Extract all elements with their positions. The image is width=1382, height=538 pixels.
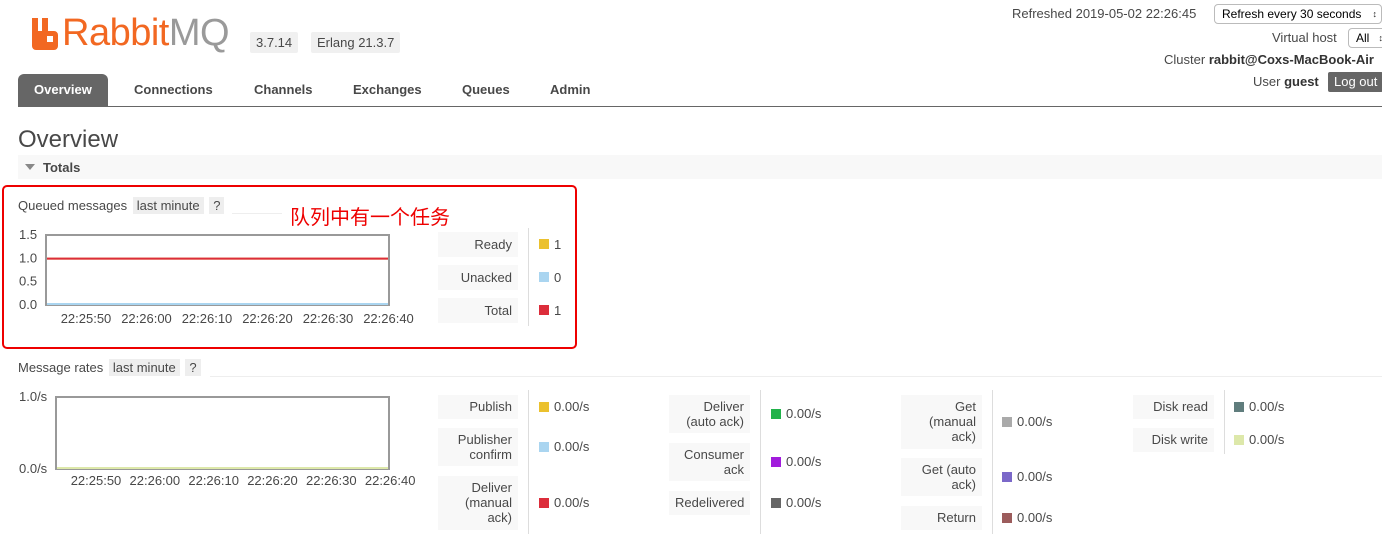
- tab-channels[interactable]: Channels: [238, 74, 329, 106]
- legend-separator: [760, 390, 761, 534]
- virtual-host-select[interactable]: All ↕: [1348, 28, 1382, 48]
- x-tick-label: 22:26:00: [130, 473, 181, 488]
- legend-swatch-return: [1002, 513, 1012, 523]
- legend-swatch-deliver-manual-ack: [539, 498, 549, 508]
- refresh-interval-select[interactable]: Refresh every 30 seconds ↕: [1214, 4, 1382, 24]
- legend-value-deliver-manual-ack: 0.00/s: [554, 495, 590, 510]
- legend-value-disk-write: 0.00/s: [1249, 432, 1285, 447]
- rabbit-logo-icon: [32, 18, 58, 50]
- tab-connections[interactable]: Connections: [118, 74, 229, 106]
- legend-swatch-disk-read: [1234, 402, 1244, 412]
- page-title: Overview: [18, 126, 119, 153]
- x-tick-label: 22:26:40: [365, 473, 416, 488]
- legend-label-publish: Publish: [438, 395, 518, 419]
- legend-separator: [992, 390, 993, 534]
- legend-swatch-publisher-confirm: [539, 442, 549, 452]
- erlang-version: Erlang 21.3.7: [311, 32, 401, 53]
- legend-label-get-manual-ack: Get (manual ack): [901, 395, 982, 449]
- legend-value-get-manual-ack: 0.00/s: [1017, 414, 1053, 429]
- legend-value-disk-read: 0.00/s: [1249, 399, 1285, 414]
- legend-value-publisher-confirm: 0.00/s: [554, 439, 590, 454]
- legend-swatch-get-auto-ack: [1002, 472, 1012, 482]
- refreshed-timestamp: Refreshed 2019-05-02 22:26:45: [1012, 6, 1197, 21]
- legend-label-publisher-confirm: Publisher confirm: [438, 428, 518, 466]
- select-arrows-icon: ↕: [1372, 9, 1378, 19]
- legend-label-disk-read: Disk read: [1133, 395, 1214, 419]
- legend-swatch-disk-write: [1234, 435, 1244, 445]
- legend-separator: [528, 390, 529, 534]
- rates-range-button[interactable]: last minute: [108, 359, 180, 376]
- legend-label-deliver-auto-ack: Deliver (auto ack): [669, 395, 750, 433]
- legend-swatch-get-manual-ack: [1002, 417, 1012, 427]
- legend-label-consumer-ack: Consumer ack: [669, 443, 750, 481]
- main-nav: Overview Connections Channels Exchanges …: [18, 74, 1382, 107]
- legend-label-redelivered: Redelivered: [669, 491, 750, 515]
- legend-label-return: Return: [901, 506, 982, 530]
- logo-text: RabbitMQ: [62, 12, 230, 54]
- virtual-host-label: Virtual host: [1272, 30, 1337, 45]
- legend-swatch-redelivered: [771, 498, 781, 508]
- totals-heading: Totals: [43, 160, 81, 175]
- legend-value-publish: 0.00/s: [554, 399, 590, 414]
- legend-value-redelivered: 0.00/s: [786, 495, 822, 510]
- legend-value-return: 0.00/s: [1017, 510, 1053, 525]
- x-tick-label: 22:26:20: [247, 473, 298, 488]
- legend-label-deliver-manual-ack: Deliver (manual ack): [438, 476, 518, 530]
- rabbitmq-version: 3.7.14: [250, 32, 299, 53]
- x-tick-label: 22:26:30: [306, 473, 357, 488]
- y-tick-label: 0.0/s: [19, 461, 48, 476]
- message-rates-chart: 1.0/s 0.0/s 22:25:50 22:26:00 22:26:10 22:26:…: [10, 388, 430, 492]
- legend-value-deliver-auto-ack: 0.00/s: [786, 406, 822, 421]
- divider: [210, 376, 1382, 377]
- legend-swatch-consumer-ack: [771, 457, 781, 467]
- x-tick-label: 22:25:50: [71, 473, 122, 488]
- select-arrows-icon: ↕: [1378, 33, 1382, 43]
- legend-value-get-auto-ack: 0.00/s: [1017, 469, 1053, 484]
- totals-section-toggle[interactable]: Totals: [18, 155, 1382, 179]
- cluster-name: rabbit@Coxs-MacBook-Air: [1208, 52, 1374, 67]
- cluster-info: Cluster rabbit@Coxs-MacBook-Air: [1164, 52, 1374, 67]
- tab-queues[interactable]: Queues: [446, 74, 526, 106]
- plot-frame: [55, 396, 390, 470]
- legend-label-disk-write: Disk write: [1133, 428, 1214, 452]
- legend-swatch-publish: [539, 402, 549, 412]
- legend-value-consumer-ack: 0.00/s: [786, 454, 822, 469]
- tab-admin[interactable]: Admin: [534, 74, 606, 106]
- tab-exchanges[interactable]: Exchanges: [337, 74, 438, 106]
- legend-label-get-auto-ack: Get (auto ack): [901, 458, 982, 496]
- x-tick-label: 22:26:10: [188, 473, 239, 488]
- legend-swatch-deliver-auto-ack: [771, 409, 781, 419]
- annotation-text: 队列中有一个任务: [290, 205, 450, 229]
- message-rates-heading: Message rates last minute ?: [18, 359, 201, 376]
- y-tick-label: 1.0/s: [19, 389, 48, 404]
- collapse-triangle-icon: [25, 164, 35, 170]
- rates-help-button[interactable]: ?: [185, 359, 201, 376]
- tab-overview[interactable]: Overview: [18, 74, 108, 106]
- legend-separator: [1224, 390, 1225, 454]
